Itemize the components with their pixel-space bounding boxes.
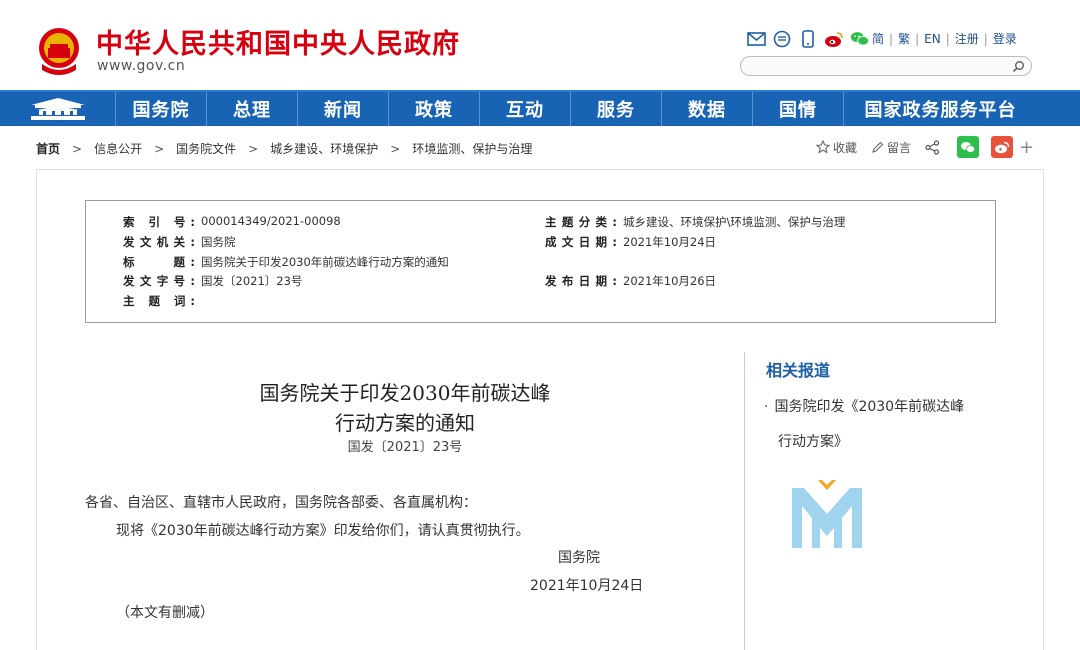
meta-title: 标 题: 国务院关于印发2030年前碳达峰行动方案的通知	[123, 255, 449, 269]
related-report-line1: 国务院印发《2030年前碳达峰	[774, 399, 965, 415]
nav-policy[interactable]: 政策	[389, 92, 480, 126]
meta-issuer: 发文机关: 国务院	[123, 235, 236, 249]
mail-icon[interactable]	[746, 29, 766, 49]
wechat-icon[interactable]	[850, 29, 870, 49]
nav-home-tiananmen-icon[interactable]	[0, 92, 116, 126]
article-title-line2: 行动方案的通知	[335, 411, 475, 435]
chevron-right-icon: >	[154, 141, 165, 156]
chevron-right-icon: >	[72, 141, 83, 156]
article-title: 国务院关于印发2030年前碳达峰 行动方案的通知	[200, 378, 610, 438]
main-nav: 国务院 总理 新闻 政策 互动 服务 数据 国情 国家政务服务平台	[0, 90, 1080, 126]
favorite-button[interactable]: 收藏	[816, 139, 857, 156]
breadcrumb-council-docs[interactable]: 国务院文件	[176, 140, 236, 157]
article-date: 2021年10月24日	[530, 578, 644, 594]
star-icon	[816, 140, 830, 154]
article-signer: 国务院	[558, 550, 600, 566]
nav-data[interactable]: 数据	[662, 92, 753, 126]
meta-keywords: 主 题 词:	[123, 294, 195, 308]
nav-premier[interactable]: 总理	[207, 92, 298, 126]
article-doc-number: 国发〔2021〕23号	[347, 440, 463, 455]
nav-gov-service-platform[interactable]: 国家政务服务平台	[844, 92, 1037, 126]
article-title-line1: 国务院关于印发2030年前碳达峰	[259, 381, 551, 405]
search-icon[interactable]	[1012, 60, 1025, 73]
mobile-icon[interactable]	[798, 29, 818, 49]
chevron-right-icon: >	[390, 141, 401, 156]
meta-doc-number: 发文字号: 国发〔2021〕23号	[123, 274, 303, 288]
search-input[interactable]	[740, 56, 1032, 76]
breadcrumb-urban-env[interactable]: 城乡建设、环境保护	[270, 140, 378, 157]
nav-services[interactable]: 服务	[571, 92, 662, 126]
site-url[interactable]: www.gov.cn	[97, 58, 185, 74]
meta-index: 索 引 号: 000014349/2021-00098	[123, 214, 341, 229]
weibo-icon[interactable]	[824, 29, 844, 49]
meta-written-date: 成文日期: 2021年10月24日	[545, 235, 717, 249]
share-weibo-button[interactable]	[991, 136, 1014, 158]
breadcrumb-home[interactable]: 首页	[36, 140, 60, 157]
meta-published-date: 发布日期: 2021年10月26日	[545, 274, 717, 288]
breadcrumb-info-disclosure[interactable]: 信息公开	[94, 140, 142, 157]
share-wechat-button[interactable]	[957, 136, 980, 158]
national-emblem-icon[interactable]	[36, 26, 82, 76]
share-icon	[925, 139, 940, 155]
site-title[interactable]: 中华人民共和国中央人民政府	[96, 22, 460, 61]
message-icon[interactable]	[772, 29, 792, 49]
comment-button[interactable]: 留言	[871, 139, 911, 156]
watermark-logo-icon	[792, 480, 862, 548]
language-links: 简 | 繁 | EN | 注册 | 登录	[872, 30, 1017, 47]
wechat-icon	[961, 141, 976, 153]
share-button[interactable]	[925, 139, 943, 155]
site-header: 中华人民共和国中央人民政府 www.gov.cn 简 | 繁 | EN | 注册…	[0, 0, 1080, 90]
more-share-button[interactable]: +	[1019, 137, 1034, 158]
register-link[interactable]: 注册	[955, 30, 979, 47]
top-icon-bar	[746, 28, 876, 50]
lang-simplified-link[interactable]: 简	[872, 30, 884, 47]
meta-topic: 主题分类: 城乡建设、环境保护\环境监测、保护与治理	[545, 215, 846, 229]
login-link[interactable]: 登录	[993, 30, 1017, 47]
article-body: 现将《2030年前碳达峰行动方案》印发给你们，请认真贯彻执行。	[116, 523, 530, 539]
lang-traditional-link[interactable]: 繁	[898, 30, 910, 47]
nav-interaction[interactable]: 互动	[480, 92, 571, 126]
related-reports-heading: 相关报道	[766, 361, 831, 380]
article-tools: 收藏 留言 +	[816, 134, 1034, 160]
nav-national-info[interactable]: 国情	[753, 92, 844, 126]
weibo-icon	[995, 141, 1010, 153]
nav-news[interactable]: 新闻	[298, 92, 389, 126]
nav-state-council[interactable]: 国务院	[116, 92, 207, 126]
related-report-line2: 行动方案》	[778, 434, 848, 450]
related-report-link[interactable]: · 国务院印发《2030年前碳达峰 行动方案》	[764, 390, 1004, 460]
sidebar-divider	[744, 352, 745, 650]
bullet-icon: ·	[764, 399, 769, 415]
breadcrumb: 首页 > 信息公开 > 国务院文件 > 城乡建设、环境保护 > 环境监测、保护与…	[36, 140, 532, 157]
chevron-right-icon: >	[248, 141, 259, 156]
favorite-label: 收藏	[833, 140, 858, 155]
pencil-icon	[872, 141, 884, 153]
breadcrumb-env-monitoring[interactable]: 环境监测、保护与治理	[412, 140, 532, 157]
article-note: （本文有删减）	[116, 605, 214, 621]
lang-english-link[interactable]: EN	[924, 32, 941, 46]
article-salutation: 各省、自治区、直辖市人民政府，国务院各部委、各直属机构：	[85, 495, 477, 511]
comment-label: 留言	[887, 140, 912, 155]
